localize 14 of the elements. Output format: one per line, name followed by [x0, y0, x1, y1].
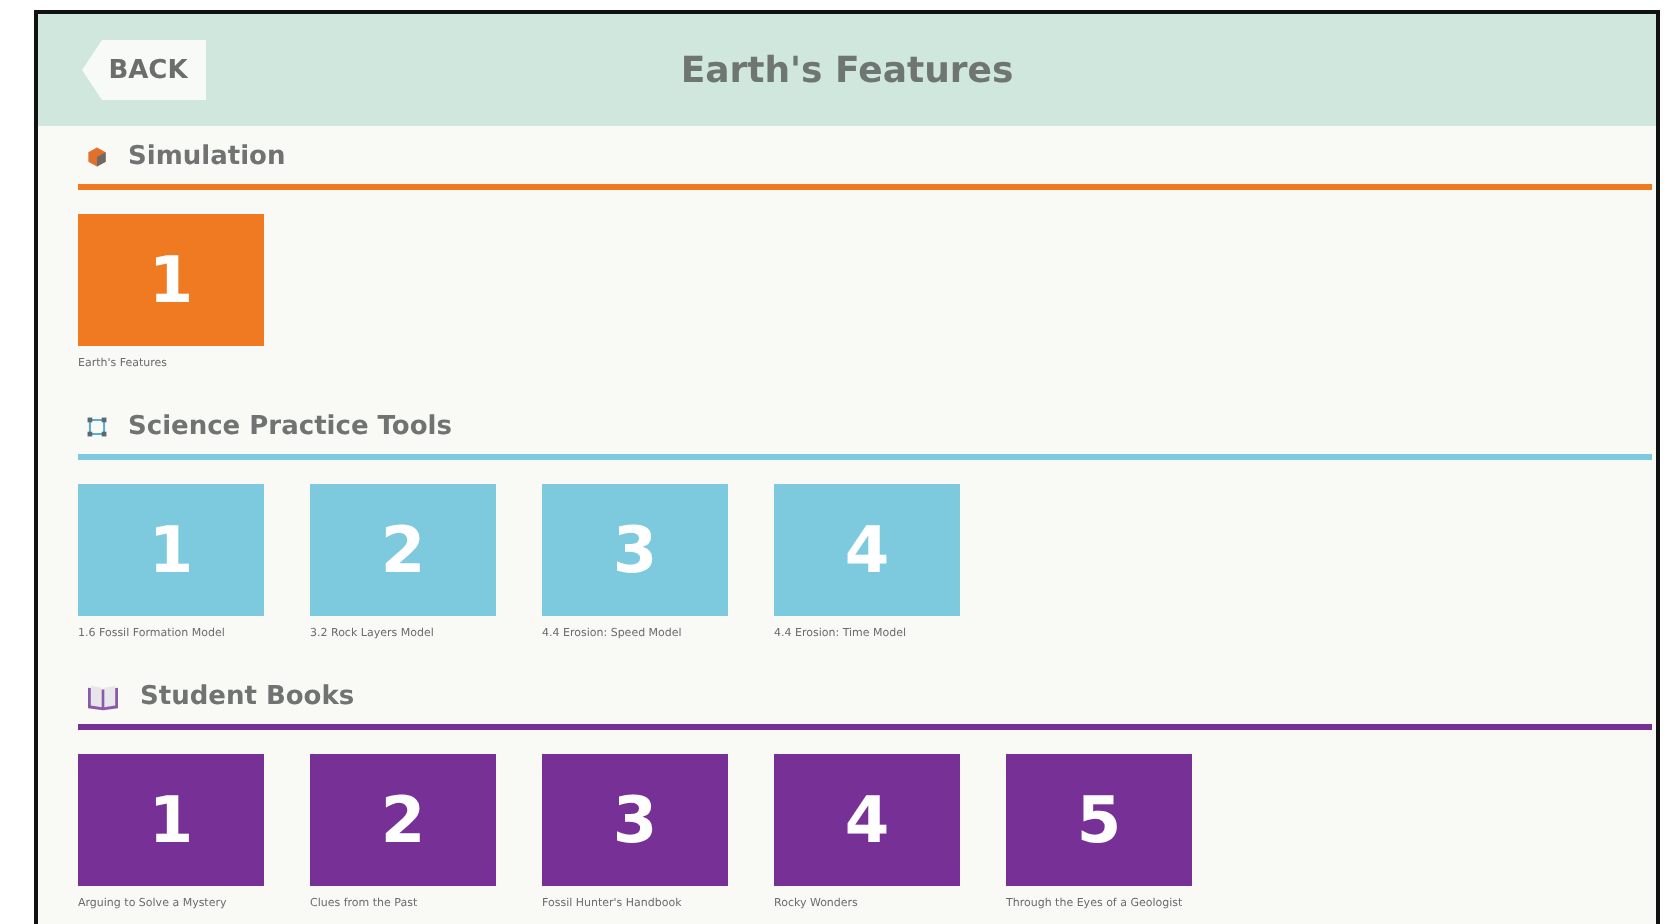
activity-tile[interactable]: 3 [542, 754, 728, 886]
activity-tile[interactable]: 4 [774, 754, 960, 886]
page-title: Earth's Features [680, 49, 1014, 91]
activity-tile[interactable]: 5 [1006, 754, 1192, 886]
back-button[interactable]: BACK [82, 40, 206, 100]
section-title: Science Practice Tools [128, 412, 452, 442]
activity-tile[interactable]: 1 [78, 754, 264, 886]
book-icon [86, 682, 120, 712]
section-title: Simulation [128, 142, 286, 172]
activity-tile[interactable]: 2 [310, 754, 496, 886]
frame-icon [86, 416, 108, 438]
cube-icon [86, 146, 108, 168]
activity-tile[interactable]: 1 [78, 214, 264, 346]
section-title: Student Books [140, 682, 355, 712]
